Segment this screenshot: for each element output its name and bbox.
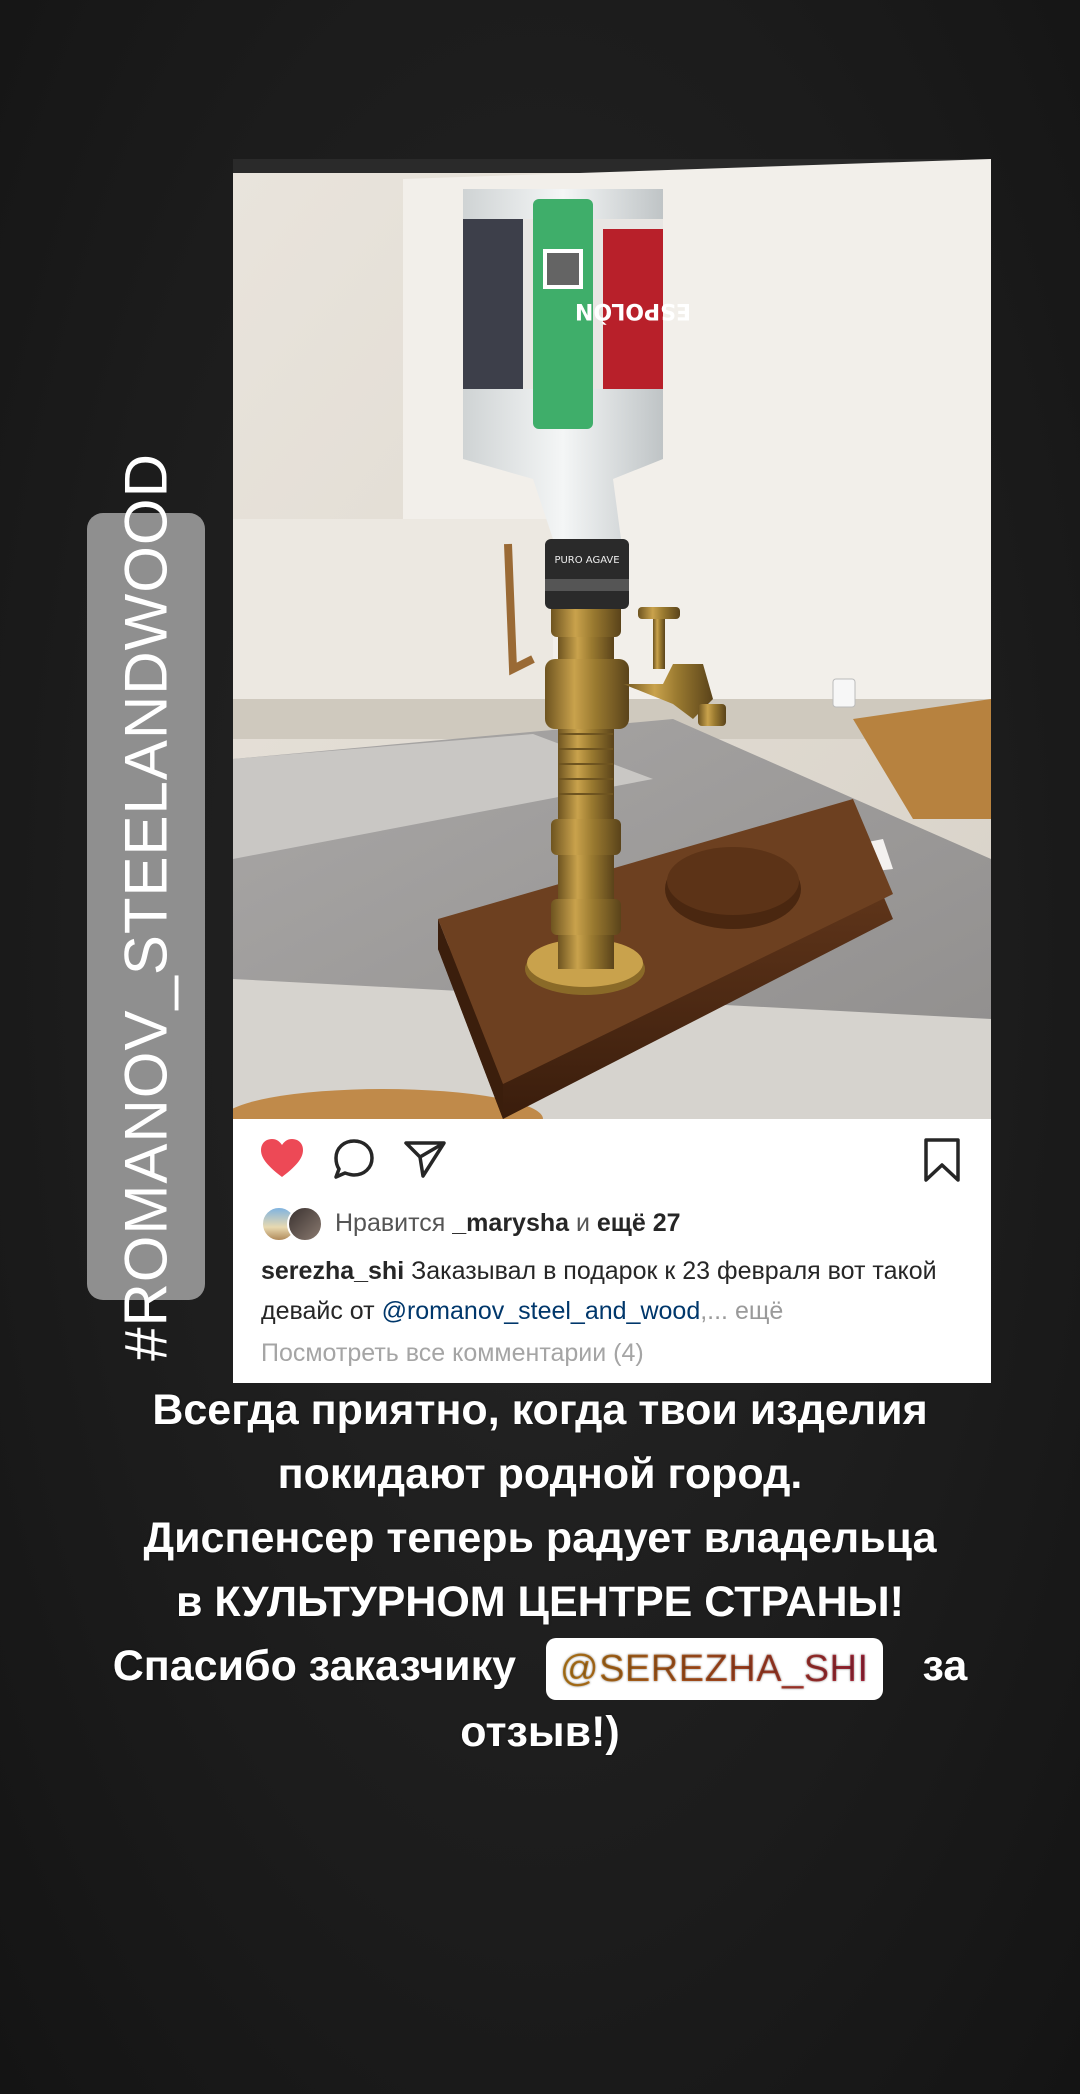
likes-user[interactable]: _marysha <box>452 1209 569 1238</box>
liker-avatars <box>261 1206 323 1242</box>
avatar <box>287 1206 323 1242</box>
caption-more-link[interactable]: ,... ещё <box>700 1297 783 1325</box>
story-line-5-start: Спасибо заказчику <box>112 1642 517 1690</box>
comment-bubble-icon[interactable] <box>332 1137 376 1181</box>
likes-others[interactable]: ещё 27 <box>597 1209 681 1238</box>
story-caption: Всегда приятно, когда твои изделия покид… <box>30 1378 1050 1764</box>
story-line-3: Диспенсер теперь радует владельца <box>143 1514 937 1562</box>
story-line-2: покидают родной город. <box>277 1450 803 1498</box>
likes-conjunction: и <box>575 1208 590 1237</box>
mention-sticker[interactable]: @SEREZHA_SHI <box>546 1637 883 1700</box>
mention-sticker-text: @SEREZHA_SHI <box>560 1647 869 1690</box>
hashtag-sticker[interactable]: #ROMANOV_STEELANDWOOD <box>87 453 205 1360</box>
instagram-post-card: PURO AGAVE ESPOLÒN Нравится _marysha и е… <box>233 159 991 1383</box>
caption-mention[interactable]: @romanov_steel_and_wood <box>382 1297 701 1325</box>
bottle-dispenser-photo: PURO AGAVE ESPOLÒN <box>233 159 991 1119</box>
post-actions-bar <box>233 1119 991 1199</box>
story-line-4: в КУЛЬТУРНОМ ЦЕНТРЕ СТРАНЫ! <box>176 1578 904 1626</box>
post-photo: PURO AGAVE ESPOLÒN <box>233 159 991 1119</box>
story-line-6: отзыв!) <box>460 1707 620 1756</box>
bookmark-icon[interactable] <box>923 1137 961 1183</box>
hashtag-text: #ROMANOV_STEELANDWOOD <box>112 452 180 1361</box>
bottle-label-text: ESPOLÒN <box>575 298 691 324</box>
likes-row[interactable]: Нравится _marysha и ещё 27 <box>261 1205 681 1242</box>
story-line-5: Спасибо заказчику @SEREZHA_SHI за <box>30 1634 1050 1700</box>
likes-prefix: Нравится <box>335 1208 446 1237</box>
caption-username[interactable]: serezha_shi <box>261 1257 404 1285</box>
post-caption: serezha_shi Заказывал в подарок к 23 фев… <box>261 1251 973 1331</box>
paper-plane-icon[interactable] <box>403 1139 447 1179</box>
heart-filled-icon[interactable] <box>259 1137 305 1179</box>
view-comments-link[interactable]: Посмотреть все комментарии (4) <box>261 1339 644 1368</box>
story-line-1: Всегда приятно, когда твои изделия <box>152 1386 928 1434</box>
story-line-5-end: за <box>922 1642 968 1690</box>
cap-text: PURO AGAVE <box>554 555 619 566</box>
